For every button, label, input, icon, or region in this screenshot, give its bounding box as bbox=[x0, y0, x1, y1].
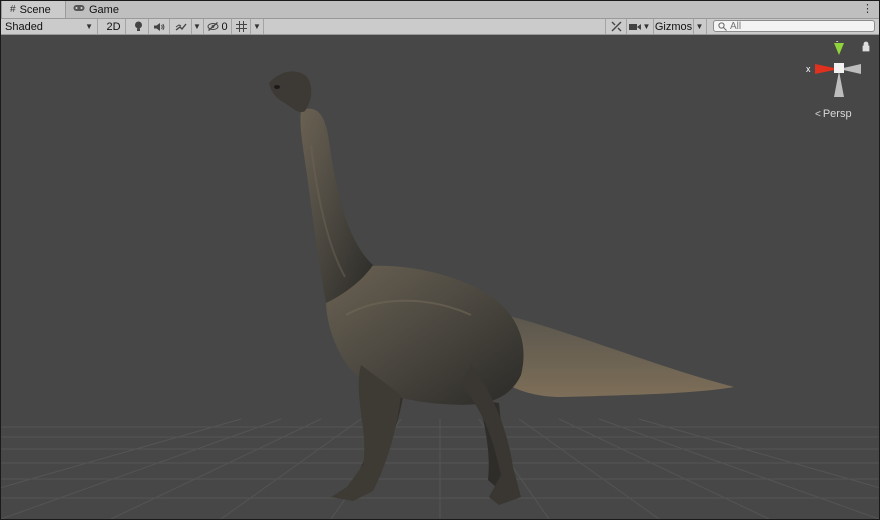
tab-scene-label: Scene bbox=[19, 3, 51, 16]
2d-label: 2D bbox=[106, 20, 121, 33]
window-menu-icon[interactable]: ⋮ bbox=[862, 2, 873, 15]
eye-hidden-icon bbox=[207, 22, 219, 31]
search-input[interactable] bbox=[730, 20, 860, 32]
camera-settings-dropdown[interactable]: ▼ bbox=[626, 19, 654, 34]
shading-mode-label: Shaded bbox=[5, 20, 43, 33]
projection-label: Persp bbox=[822, 108, 852, 120]
ground-grid bbox=[1, 418, 879, 519]
chevron-down-icon: ▼ bbox=[695, 22, 704, 31]
tab-scene[interactable]: # Scene bbox=[1, 1, 66, 18]
brachiosaurus-model[interactable] bbox=[269, 71, 734, 505]
tools-toggle[interactable] bbox=[605, 19, 627, 34]
effects-toggle[interactable] bbox=[170, 19, 192, 34]
scene-search-field[interactable] bbox=[713, 20, 875, 32]
grid-dropdown[interactable]: ▼ bbox=[251, 19, 264, 34]
axis-y-label: y bbox=[836, 41, 841, 42]
lock-icon[interactable] bbox=[862, 41, 870, 52]
2d-toggle-button[interactable]: 2D bbox=[102, 19, 126, 34]
tab-game[interactable]: Game bbox=[65, 1, 127, 18]
chevron-left-icon: < bbox=[815, 108, 821, 120]
camera-icon bbox=[628, 23, 641, 30]
lighting-toggle[interactable] bbox=[129, 19, 149, 34]
chevron-down-icon: ▼ bbox=[85, 22, 93, 31]
axis-x-label: x bbox=[806, 64, 811, 74]
lightbulb-icon bbox=[135, 21, 142, 31]
scene-window: # Scene Game ⋮ Shaded ▼ 2D ▼ 0 ▼ ▼ Gizmo… bbox=[0, 0, 880, 520]
gizmos-dropdown[interactable]: ▼ bbox=[693, 19, 707, 34]
hidden-objects-toggle[interactable]: 0 bbox=[204, 19, 232, 34]
shading-mode-dropdown[interactable]: Shaded ▼ bbox=[1, 19, 98, 34]
scene-canvas bbox=[1, 71, 879, 519]
grid-icon: # bbox=[10, 4, 16, 15]
grid-icon bbox=[235, 21, 247, 32]
chevron-down-icon: ▼ bbox=[642, 22, 651, 31]
effects-dropdown[interactable]: ▼ bbox=[191, 19, 204, 34]
gizmo-center-cube[interactable] bbox=[834, 63, 844, 73]
search-icon bbox=[718, 21, 727, 31]
speaker-icon bbox=[154, 22, 165, 31]
scene-viewport[interactable]: y x < Persp bbox=[1, 32, 879, 519]
gizmos-label: Gizmos bbox=[654, 20, 693, 33]
chevron-down-icon: ▼ bbox=[253, 22, 261, 31]
scene-toolbar: Shaded ▼ 2D ▼ 0 ▼ ▼ Gizmos ▼ All bbox=[1, 19, 879, 35]
tab-bar: # Scene Game ⋮ bbox=[1, 1, 879, 19]
audio-toggle[interactable] bbox=[149, 19, 170, 34]
hidden-count: 0 bbox=[221, 20, 228, 33]
grid-toggle[interactable] bbox=[232, 19, 251, 34]
axis-neg-y-cone[interactable] bbox=[834, 71, 844, 97]
projection-toggle[interactable]: < Persp bbox=[815, 108, 852, 120]
tab-game-label: Game bbox=[89, 3, 119, 16]
effects-icon bbox=[175, 23, 187, 31]
gizmos-button[interactable]: Gizmos bbox=[654, 19, 694, 34]
axis-y-cone[interactable] bbox=[834, 43, 844, 55]
chevron-down-icon: ▼ bbox=[193, 22, 201, 31]
gamepad-icon bbox=[73, 4, 85, 15]
tools-icon bbox=[611, 21, 621, 32]
